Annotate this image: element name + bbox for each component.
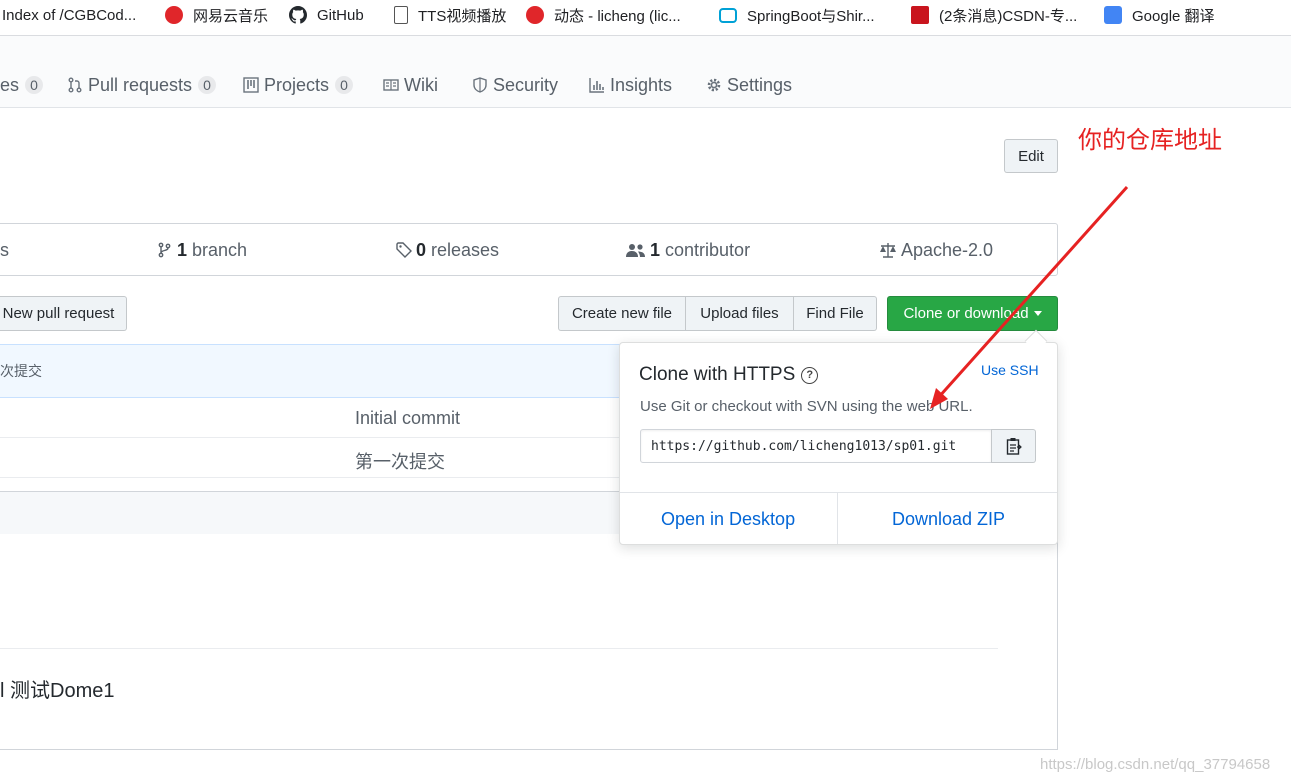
csdn-icon bbox=[911, 6, 929, 24]
tab-wiki[interactable]: Wiki bbox=[383, 74, 438, 96]
github-icon bbox=[289, 6, 307, 24]
bookmark-google-translate[interactable]: Google 翻译 bbox=[1104, 0, 1215, 30]
readme-body bbox=[0, 534, 1058, 750]
projects-icon bbox=[243, 77, 259, 93]
pull-request-icon bbox=[68, 77, 82, 93]
tab-label: es bbox=[0, 74, 20, 95]
latest-commit-bar bbox=[0, 344, 630, 398]
latest-commit-message[interactable]: 次提交 bbox=[0, 361, 42, 381]
bookmark-label: 动态 - licheng (lic... bbox=[554, 7, 681, 25]
tab-pull-requests[interactable]: Pull requests 0 bbox=[67, 74, 217, 96]
clone-divider bbox=[620, 492, 1057, 493]
summary-branches[interactable]: 1 branch bbox=[157, 240, 247, 260]
bookmark-netease-music[interactable]: 网易云音乐 bbox=[165, 0, 268, 30]
commits-label: s bbox=[0, 239, 9, 260]
projects-counter: 0 bbox=[335, 76, 354, 94]
repo-nav bbox=[0, 36, 1291, 108]
bookmark-label: SpringBoot与Shir... bbox=[747, 7, 875, 25]
summary-contributors[interactable]: 1 contributor bbox=[626, 240, 750, 260]
upload-files-button[interactable]: Upload files bbox=[685, 296, 794, 331]
clone-or-download-button[interactable]: Clone or download bbox=[887, 296, 1058, 331]
copy-url-button[interactable] bbox=[991, 429, 1036, 463]
readme-title: l 测试Dome1 bbox=[0, 680, 115, 702]
bookmark-springboot[interactable]: SpringBoot与Shir... bbox=[719, 0, 875, 30]
summary-releases[interactable]: 0 releases bbox=[396, 240, 499, 260]
license-label: Apache-2.0 bbox=[901, 239, 994, 260]
branch-count: 1 bbox=[177, 239, 188, 260]
caret-down-icon bbox=[1033, 311, 1042, 316]
bookmark-dongtai[interactable]: 动态 - licheng (lic... bbox=[526, 0, 681, 30]
contributor-count: 1 bbox=[650, 239, 661, 260]
netease-music-icon bbox=[165, 6, 183, 24]
law-scale-icon bbox=[880, 243, 896, 258]
readme-divider bbox=[0, 648, 998, 649]
tab-label: Insights bbox=[610, 74, 673, 95]
bilibili-tv-icon bbox=[719, 7, 737, 23]
branch-label: branch bbox=[192, 239, 248, 260]
contributor-label: contributor bbox=[665, 239, 751, 260]
bookmark-label: (2条消息)CSDN-专... bbox=[939, 7, 1078, 25]
download-zip-link[interactable]: Download ZIP bbox=[892, 509, 1005, 530]
clone-title: Clone with HTTPS ? bbox=[639, 364, 819, 386]
bookmark-cgbcode[interactable]: Index of /CGBCod... bbox=[2, 0, 136, 30]
tab-label: Settings bbox=[727, 74, 793, 95]
bookmark-label: Google 翻译 bbox=[1132, 7, 1215, 25]
tab-label: Pull requests bbox=[88, 74, 193, 95]
commit-message-link[interactable]: 第一次提交 bbox=[355, 448, 445, 474]
g-logo-icon bbox=[526, 6, 544, 24]
commit-message-link[interactable]: Initial commit bbox=[355, 408, 460, 429]
clone-button-label: Clone or download bbox=[903, 305, 1029, 322]
clone-title-text: Clone with HTTPS bbox=[639, 364, 796, 385]
question-icon[interactable]: ? bbox=[801, 366, 819, 384]
bookmark-csdn[interactable]: (2条消息)CSDN-专... bbox=[911, 0, 1077, 30]
shield-icon bbox=[473, 77, 487, 93]
tab-projects[interactable]: Projects 0 bbox=[243, 74, 354, 96]
summary-license[interactable]: Apache-2.0 bbox=[879, 240, 993, 260]
watermark: https://blog.csdn.net/qq_37794658 bbox=[1040, 756, 1271, 773]
tag-icon bbox=[396, 242, 412, 258]
bookmark-label: Index of /CGBCod... bbox=[2, 6, 137, 24]
bookmark-label: TTS视频播放 bbox=[418, 7, 507, 25]
bookmark-github[interactable]: GitHub bbox=[289, 0, 364, 30]
open-in-desktop-link[interactable]: Open in Desktop bbox=[661, 509, 795, 530]
table-row bbox=[0, 398, 630, 438]
wiki-book-icon bbox=[383, 79, 399, 91]
clone-url-input[interactable] bbox=[640, 429, 992, 463]
use-ssh-link[interactable]: Use SSH bbox=[981, 362, 1039, 378]
bookmark-label: GitHub bbox=[317, 6, 364, 24]
find-file-button[interactable]: Find File bbox=[793, 296, 877, 331]
clipboard-icon bbox=[1006, 438, 1022, 455]
release-label: releases bbox=[431, 239, 500, 260]
table-row bbox=[0, 438, 630, 478]
tab-settings[interactable]: Settings bbox=[706, 74, 792, 96]
screenshot-root: Index of /CGBCod... 网易云音乐 GitHub TTS视频播放… bbox=[0, 0, 1291, 784]
tab-label: Security bbox=[493, 74, 559, 95]
annotation-repo-address: 你的仓库地址 bbox=[1078, 126, 1222, 154]
people-icon bbox=[626, 244, 645, 257]
tab-label: Projects bbox=[264, 74, 330, 95]
bookmarks-bar: Index of /CGBCod... 网易云音乐 GitHub TTS视频播放… bbox=[0, 0, 1291, 36]
tab-security[interactable]: Security bbox=[472, 74, 558, 96]
pulls-counter: 0 bbox=[198, 76, 217, 94]
bookmark-tts[interactable]: TTS视频播放 bbox=[394, 0, 506, 30]
clone-action-divider bbox=[837, 493, 838, 544]
graph-icon bbox=[589, 78, 604, 93]
release-count: 0 bbox=[416, 239, 427, 260]
bookmark-label: 网易云音乐 bbox=[193, 7, 269, 25]
issues-counter: 0 bbox=[25, 76, 44, 94]
document-icon bbox=[394, 6, 408, 24]
google-translate-icon bbox=[1104, 6, 1122, 24]
gear-icon bbox=[707, 78, 721, 92]
branch-icon bbox=[158, 242, 171, 258]
create-new-file-button[interactable]: Create new file bbox=[558, 296, 686, 331]
clone-description: Use Git or checkout with SVN using the w… bbox=[640, 398, 973, 415]
tab-label: Wiki bbox=[404, 74, 438, 95]
new-pull-request-button[interactable]: New pull request bbox=[0, 296, 127, 331]
tab-insights[interactable]: Insights bbox=[589, 74, 672, 96]
tab-issues[interactable]: es 0 bbox=[0, 74, 44, 96]
summary-commits[interactable]: s bbox=[0, 240, 9, 260]
edit-description-button[interactable]: Edit bbox=[1004, 139, 1058, 173]
